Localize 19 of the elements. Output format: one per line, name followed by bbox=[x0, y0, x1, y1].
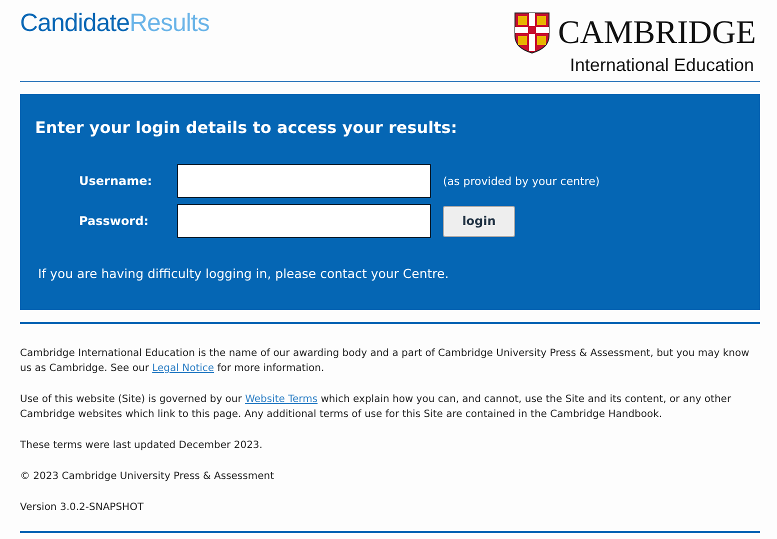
footer-link[interactable]: Legal Notice bbox=[152, 363, 214, 374]
login-button[interactable]: login bbox=[443, 206, 515, 236]
login-heading: Enter your login details to access your results: bbox=[35, 118, 458, 138]
password-field[interactable] bbox=[177, 204, 431, 238]
brand-subtitle: International Education bbox=[570, 54, 754, 76]
username-label: Username: bbox=[79, 174, 154, 188]
footer-link[interactable]: Website Terms bbox=[245, 394, 318, 405]
footer-text: These terms were last updated December 2023. bbox=[20, 439, 264, 453]
username-field[interactable] bbox=[177, 164, 431, 198]
help-text: If you are having difficulty logging in, please contact your Centre. bbox=[38, 266, 450, 281]
site-logo: CandidateResults bbox=[20, 8, 210, 38]
footer-text: Cambridge International Education is the name of our awarding body and a part of Cambridge University Press & Assessment, but you may know us as Cambridge. See our Legal Notice for more information. bbox=[20, 347, 750, 376]
password-label: Password: bbox=[79, 214, 150, 228]
field-hint: (as provided by your centre) bbox=[443, 174, 600, 188]
footer-text: Use of this website (Site) is governed by our Website Terms which explain how you can, and cannot, use the Site and its content, or any other Cambridge websites which link to this page. Any additional terms of use for this Site are contained in the Cambridge Handbook. bbox=[20, 393, 732, 422]
crest-icon bbox=[514, 12, 550, 54]
footer-text: Version 3.0.2-SNAPSHOT bbox=[20, 501, 145, 515]
brand-name: CAMBRIDGE bbox=[558, 16, 756, 50]
footer-text: © 2023 Cambridge University Press & Assessment bbox=[20, 470, 276, 484]
